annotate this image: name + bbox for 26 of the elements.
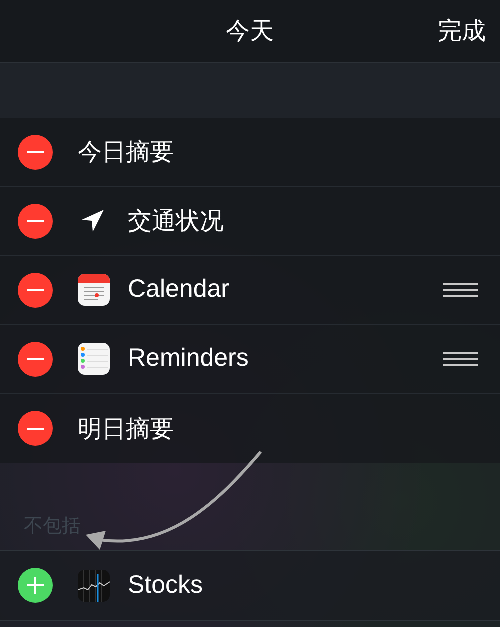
calendar-icon — [78, 274, 110, 306]
remove-button[interactable] — [18, 134, 53, 170]
minus-icon — [27, 358, 44, 360]
minus-icon — [27, 151, 44, 153]
done-button[interactable]: 完成 — [438, 13, 486, 49]
widget-label: Calendar — [128, 274, 230, 306]
minus-icon — [27, 428, 44, 430]
remove-button[interactable] — [18, 411, 53, 446]
remove-button[interactable] — [18, 342, 53, 376]
remove-button[interactable] — [18, 272, 53, 308]
add-button[interactable] — [18, 568, 53, 603]
plus-icon — [27, 577, 44, 594]
location-arrow-icon — [80, 208, 106, 234]
reorder-handle-icon[interactable] — [443, 352, 478, 366]
widget-label: 明日摘要 — [78, 414, 175, 444]
nav-title: 今天 — [226, 16, 274, 47]
minus-icon — [27, 289, 44, 291]
minus-icon — [27, 220, 44, 222]
widget-label: Reminders — [128, 343, 250, 374]
reorder-handle-icon[interactable] — [443, 283, 478, 297]
widget-label: 今日摘要 — [78, 137, 175, 168]
remove-button[interactable] — [18, 204, 53, 238]
widget-label: Stocks — [128, 570, 204, 601]
reminders-icon — [78, 343, 110, 375]
stocks-icon — [78, 570, 110, 602]
widget-label: 交通状况 — [128, 206, 225, 237]
